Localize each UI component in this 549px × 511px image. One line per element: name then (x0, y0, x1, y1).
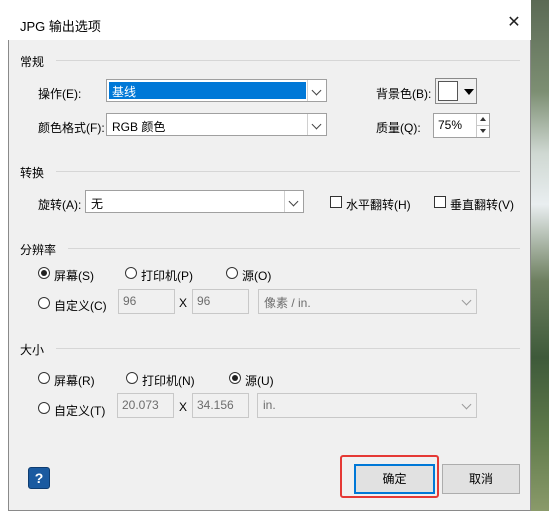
resolution-printer-label[interactable]: 打印机(P) (141, 267, 193, 284)
size-custom-label[interactable]: 自定义(T) (54, 402, 105, 419)
size-width-field[interactable]: 20.073 (117, 393, 174, 418)
size-unit-dropdown[interactable]: in. (257, 393, 477, 418)
chevron-down-icon (284, 191, 303, 212)
flip-horizontal-checkbox[interactable] (330, 196, 342, 208)
quality-label: 质量(Q): (376, 121, 421, 135)
resolution-y-value: 96 (197, 294, 211, 308)
jpg-output-dialog (8, 0, 531, 511)
resolution-x-separator: X (179, 296, 188, 310)
size-printer-label[interactable]: 打印机(N) (142, 372, 195, 389)
flip-horizontal-label[interactable]: 水平翻转(H) (346, 196, 411, 213)
flip-vertical-label[interactable]: 垂直翻转(V) (450, 196, 514, 213)
size-divider (56, 348, 520, 349)
transform-divider (56, 171, 520, 172)
general-heading: 常规 (20, 55, 45, 69)
resolution-source-label[interactable]: 源(O) (242, 267, 271, 284)
size-printer-radio[interactable] (126, 372, 138, 384)
resolution-custom-radio[interactable] (38, 297, 50, 309)
background-color-picker[interactable] (435, 78, 477, 104)
resolution-unit-value: 像素 / in. (264, 296, 311, 310)
resolution-screen-label[interactable]: 屏幕(S) (54, 267, 94, 284)
caret-down-icon (480, 129, 486, 133)
size-source-label[interactable]: 源(U) (245, 372, 274, 389)
operation-dropdown[interactable]: 基线 (106, 79, 327, 102)
rotate-dropdown[interactable]: 无 (85, 190, 304, 213)
chevron-down-icon (457, 394, 476, 415)
operation-value: 基线 (109, 82, 306, 99)
background-window-strip (531, 0, 549, 511)
color-swatch (438, 81, 458, 101)
highlight-box (340, 455, 439, 498)
close-icon[interactable]: ✕ (503, 12, 525, 34)
rotate-label: 旋转(A): (38, 198, 82, 212)
size-unit-value: in. (263, 398, 276, 412)
transform-heading: 转换 (20, 166, 45, 180)
chevron-down-icon (307, 80, 326, 101)
rotate-value: 无 (91, 197, 104, 211)
resolution-unit-dropdown[interactable]: 像素 / in. (258, 289, 477, 314)
color-format-value: RGB 颜色 (112, 120, 166, 134)
resolution-custom-label[interactable]: 自定义(C) (54, 297, 107, 314)
quality-value: 75% (438, 118, 463, 132)
color-format-label: 颜色格式(F): (38, 121, 105, 135)
color-format-dropdown[interactable]: RGB 颜色 (106, 113, 327, 136)
resolution-x-value: 96 (123, 294, 137, 308)
size-custom-radio[interactable] (38, 402, 50, 414)
general-divider (56, 60, 520, 61)
caret-up-icon (480, 117, 486, 121)
size-screen-label[interactable]: 屏幕(R) (54, 372, 95, 389)
size-height-field[interactable]: 34.156 (192, 393, 249, 418)
size-height-value: 34.156 (197, 398, 234, 412)
resolution-screen-radio[interactable] (38, 267, 50, 279)
resolution-y-field[interactable]: 96 (192, 289, 249, 314)
triangle-down-icon (464, 89, 474, 95)
dialog-title: JPG 输出选项 (20, 19, 101, 34)
flip-vertical-checkbox[interactable] (434, 196, 446, 208)
cancel-button[interactable]: 取消 (442, 464, 520, 494)
operation-label: 操作(E): (38, 87, 82, 101)
resolution-source-radio[interactable] (226, 267, 238, 279)
help-icon[interactable]: ? (28, 467, 50, 489)
size-width-value: 20.073 (122, 398, 159, 412)
background-color-label: 背景色(B): (376, 87, 432, 101)
resolution-x-field[interactable]: 96 (118, 289, 175, 314)
resolution-divider (68, 248, 520, 249)
spin-up-button[interactable] (476, 114, 489, 125)
size-x-separator: X (179, 400, 188, 414)
resolution-heading: 分辨率 (20, 243, 57, 257)
chevron-down-icon (307, 114, 326, 135)
chevron-down-icon (457, 290, 476, 311)
quality-spinner[interactable]: 75% (433, 113, 490, 138)
size-screen-radio[interactable] (38, 372, 50, 384)
size-heading: 大小 (20, 343, 45, 357)
resolution-printer-radio[interactable] (125, 267, 137, 279)
size-source-radio[interactable] (229, 372, 241, 384)
spin-down-button[interactable] (476, 125, 489, 137)
